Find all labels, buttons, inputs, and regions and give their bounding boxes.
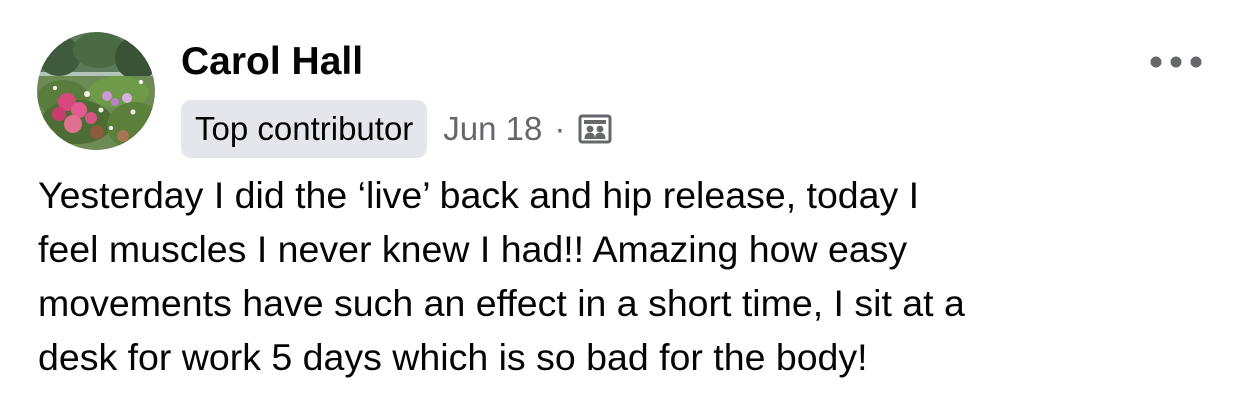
author-name[interactable]: Carol Hall xyxy=(181,38,363,86)
post-text: Yesterday I did the ‘live’ back and hip … xyxy=(38,174,965,378)
meta-separator: · xyxy=(554,110,566,147)
post-card: Carol Hall Top contributor Jun 18 · Yest… xyxy=(0,0,1242,415)
author-avatar[interactable] xyxy=(37,32,155,150)
more-options-icon xyxy=(1150,56,1202,68)
more-options-button[interactable] xyxy=(1140,44,1212,80)
top-contributor-badge[interactable]: Top contributor xyxy=(181,100,428,158)
avatar-garden-image xyxy=(37,32,155,150)
post-meta: Top contributor Jun 18 · xyxy=(181,100,613,158)
post-date[interactable]: Jun 18 xyxy=(443,110,542,148)
group-members-icon[interactable] xyxy=(577,111,613,147)
